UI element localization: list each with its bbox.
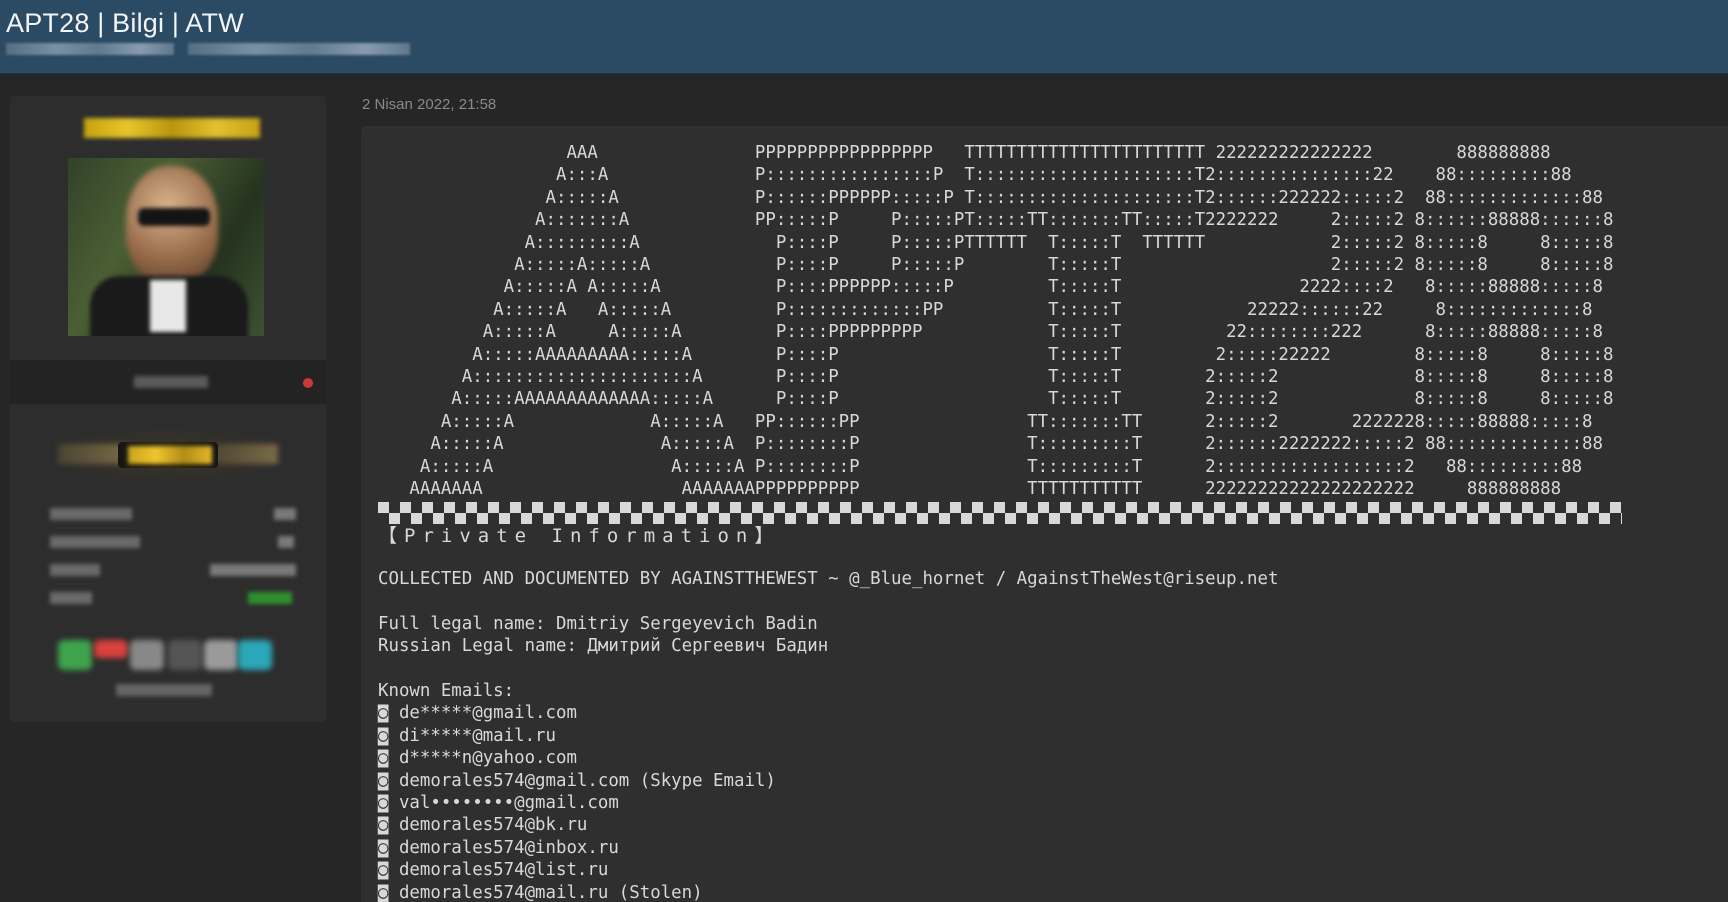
email-item: ◙ demorales574@bk.ru xyxy=(378,815,588,836)
stat-value-redacted xyxy=(274,508,296,520)
user-card xyxy=(10,96,326,722)
stat-label-redacted xyxy=(50,508,132,520)
badge-icon xyxy=(204,640,238,670)
stat-label-redacted xyxy=(50,564,100,576)
checker-divider-lower xyxy=(378,513,1622,524)
breadcrumb-item-redacted[interactable] xyxy=(6,43,174,55)
user-stat-row xyxy=(50,536,296,550)
reaction-badges xyxy=(58,640,288,674)
private-information-heading: 【Private Information】 xyxy=(378,525,781,547)
russian-legal-name: Russian Legal name: Дмитрий Сергеевич Ба… xyxy=(378,636,829,657)
post-body: AAA PPPPPPPPPPPPPPPPP TTTTTTTTTTTTTTTTTT… xyxy=(361,126,1728,902)
user-stat-row xyxy=(50,592,296,606)
stat-value-redacted xyxy=(278,536,294,548)
full-legal-name: Full legal name: Dmitriy Sergeyevich Bad… xyxy=(378,613,818,634)
online-status-dot xyxy=(303,378,313,388)
user-stat-row xyxy=(50,564,296,578)
stat-label-redacted xyxy=(50,592,92,604)
email-item: ◙ val••••••••@gmail.com xyxy=(378,793,619,814)
email-item: ◙ demorales574@gmail.com (Skype Email) xyxy=(378,770,776,791)
badge-icon xyxy=(130,640,164,670)
badge-icon xyxy=(238,640,272,670)
avatar[interactable] xyxy=(68,158,264,336)
ascii-art-banner: AAA PPPPPPPPPPPPPPPPP TTTTTTTTTTTTTTTTTT… xyxy=(409,143,1614,500)
user-title-redacted xyxy=(134,376,208,388)
email-item: ◙ demorales574@inbox.ru xyxy=(378,837,619,858)
rank-wing-right xyxy=(208,444,278,464)
rank-banner xyxy=(58,426,278,484)
username-redacted[interactable] xyxy=(84,118,260,138)
emails-heading: Known Emails: xyxy=(378,681,515,702)
stat-label-redacted xyxy=(50,536,140,548)
email-item: ◙ di*****@mail.ru xyxy=(378,725,556,746)
collected-by-line: COLLECTED AND DOCUMENTED BY AGAINSTTHEWE… xyxy=(378,569,1279,589)
badge-caption-redacted xyxy=(116,684,212,696)
rank-text-redacted xyxy=(128,446,212,464)
email-item: ◙ d*****n@yahoo.com xyxy=(378,748,577,769)
breadcrumb-item-redacted[interactable] xyxy=(188,43,410,55)
badge-icon xyxy=(58,640,92,670)
user-status-strip xyxy=(10,360,326,404)
post-header-strip xyxy=(361,80,1728,120)
email-item: ◙ de*****@gmail.com xyxy=(378,703,577,724)
reputation-bar xyxy=(248,592,292,604)
email-item: ◙ demorales574@mail.ru (Stolen) xyxy=(378,882,703,902)
breadcrumb-redacted[interactable] xyxy=(6,43,448,55)
thread-title: APT28 | Bilgi | ATW xyxy=(6,8,244,38)
post-info-text: COLLECTED AND DOCUMENTED BY AGAINSTTHEWE… xyxy=(378,568,1278,902)
badge-icon xyxy=(168,640,202,670)
user-stat-row xyxy=(50,508,296,522)
stat-value-redacted xyxy=(210,564,296,576)
thread-header: APT28 | Bilgi | ATW xyxy=(0,0,1728,74)
badge-icon xyxy=(94,640,128,658)
post-date[interactable]: 2 Nisan 2022, 21:58 xyxy=(362,96,496,113)
email-item: ◙ demorales574@list.ru xyxy=(378,860,609,881)
